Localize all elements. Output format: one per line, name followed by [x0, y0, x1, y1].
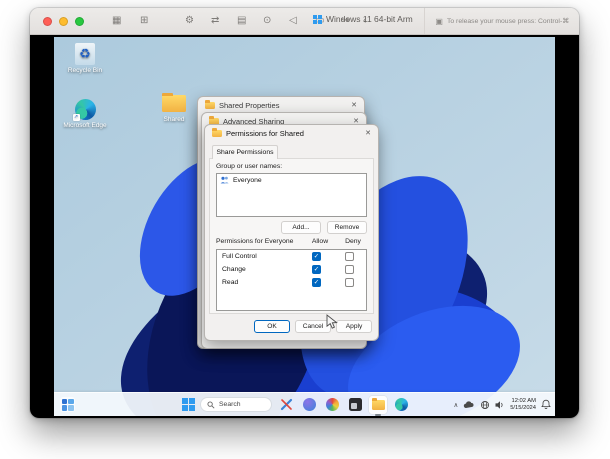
shared-folder-desktop-icon[interactable]: Shared [154, 95, 194, 124]
tab-pane: Group or user names: Everyone [209, 158, 374, 314]
perm-name: Read [222, 279, 238, 286]
blob-app-icon [303, 398, 316, 411]
network-globe-icon[interactable] [480, 400, 490, 410]
shortcut-arrow-icon: ↗ [73, 114, 80, 121]
close-traffic-button[interactable] [43, 17, 52, 26]
shared-properties-title: Shared Properties [219, 101, 279, 110]
edge-label: Microsoft Edge [61, 122, 109, 130]
permissions-dialog: Permissions for Shared ✕ Share Permissio… [204, 124, 379, 341]
vm-window: ▦ ⊞ ⚙ ⇄ ▤ ⊙ ◁ ▭ ↪ ‹ Windows 11 64-bit Ar… [30, 8, 579, 418]
ok-button[interactable]: OK [254, 320, 290, 333]
volume-icon[interactable] [495, 400, 505, 410]
file-explorer-taskbar-button[interactable] [369, 396, 387, 414]
search-input[interactable]: Search [200, 397, 272, 412]
user-name: Everyone [233, 177, 262, 184]
display-mode-icon: ▣ [435, 17, 443, 26]
wrench-icon[interactable]: ⚙ [185, 14, 194, 28]
clock-time: 12:02 AM [510, 398, 536, 405]
edge-icon [395, 398, 408, 411]
vm-title-text: Windows 11 64-bit Arm [326, 14, 413, 24]
file-explorer-icon [372, 400, 385, 410]
mac-titlebar[interactable]: ▦ ⊞ ⚙ ⇄ ▤ ⊙ ◁ ▭ ↪ ‹ Windows 11 64-bit Ar… [30, 8, 579, 35]
arrows-icon[interactable]: ⇄ [211, 14, 219, 28]
remove-button[interactable]: Remove [327, 221, 367, 234]
allow-checkbox[interactable]: ✓ [312, 265, 321, 274]
edge-icon: ↗ [75, 99, 96, 120]
pen-cross-icon [280, 398, 293, 411]
windows-desktop: ♻ Recycle Bin ↗ Microsoft Edge Shared [54, 37, 555, 416]
printer-icon[interactable]: ▤ [237, 14, 246, 28]
perm-row[interactable]: Change ✓ [217, 263, 366, 276]
user-icon[interactable]: ⊙ [263, 14, 271, 28]
perm-row[interactable]: Full Control ✓ [217, 250, 366, 263]
traffic-lights [43, 17, 84, 26]
recycle-bin-icon: ♻ [75, 43, 95, 65]
permissions-dialog-title: Permissions for Shared [226, 129, 304, 138]
folder-icon [212, 130, 222, 137]
close-icon[interactable]: ✕ [351, 101, 357, 109]
edge-desktop-icon[interactable]: ↗ Microsoft Edge [61, 99, 109, 130]
permissions-for-label: Permissions for Everyone [216, 238, 293, 245]
search-icon [207, 401, 215, 409]
recycle-bin-desktop-icon[interactable]: ♻ Recycle Bin [61, 43, 109, 75]
permissions-dialog-titlebar[interactable]: Permissions for Shared ✕ [205, 125, 378, 141]
recycle-bin-label: Recycle Bin [61, 67, 109, 75]
tray-chevron-icon[interactable]: ∧ [453, 401, 458, 409]
taskbar-app-2[interactable] [300, 396, 318, 414]
perm-name: Change [222, 266, 246, 273]
minimize-traffic-button[interactable] [59, 17, 68, 26]
folder-icon [205, 102, 215, 109]
release-hint-text: To release your mouse press: Control-⌘ [447, 17, 569, 25]
search-placeholder: Search [219, 401, 241, 408]
taskbar-app-3[interactable] [323, 396, 341, 414]
notifications-bell-icon[interactable] [541, 399, 551, 410]
group-users-icon [220, 176, 229, 184]
allow-checkbox[interactable]: ✓ [312, 278, 321, 287]
deny-column-header: Deny [339, 238, 367, 245]
deny-checkbox[interactable] [345, 278, 354, 287]
close-icon[interactable]: ✕ [365, 129, 371, 137]
shared-folder-label: Shared [154, 116, 194, 124]
start-button[interactable] [182, 398, 195, 411]
add-button[interactable]: Add... [281, 221, 321, 234]
perm-name: Full Control [222, 253, 257, 260]
allow-column-header: Allow [306, 238, 334, 245]
deny-checkbox[interactable] [345, 252, 354, 261]
taskbar-clock[interactable]: 12:02 AM 5/15/2024 [510, 398, 536, 411]
edge-taskbar-button[interactable] [392, 396, 410, 414]
deny-checkbox[interactable] [345, 265, 354, 274]
vm-screen-bezel: ♻ Recycle Bin ↗ Microsoft Edge Shared [30, 35, 579, 418]
group-user-list[interactable]: Everyone [216, 173, 367, 217]
dark-app-icon [349, 398, 362, 411]
shared-properties-titlebar[interactable]: Shared Properties ✕ [198, 97, 364, 113]
library-icon[interactable]: ▦ [112, 14, 121, 28]
taskbar-app-1[interactable] [277, 396, 295, 414]
tab-share-permissions[interactable]: Share Permissions [212, 145, 278, 159]
apply-button[interactable]: Apply [336, 320, 372, 333]
snapshots-icon[interactable]: ⊞ [140, 14, 148, 28]
screenshot-stage: ▦ ⊞ ⚙ ⇄ ▤ ⊙ ◁ ▭ ↪ ‹ Windows 11 64-bit Ar… [0, 0, 610, 459]
group-user-names-label: Group or user names: [216, 163, 282, 170]
vm-title: Windows 11 64-bit Arm [313, 14, 413, 24]
permissions-list[interactable]: Full Control ✓ Change ✓ Read [216, 249, 367, 311]
windows-logo-icon [313, 15, 322, 24]
allow-checkbox[interactable]: ✓ [312, 252, 321, 261]
zoom-traffic-button[interactable] [75, 17, 84, 26]
folder-icon [162, 95, 186, 112]
windows-taskbar: Search [54, 392, 555, 416]
pinwheel-app-icon [326, 398, 339, 411]
taskbar-app-4[interactable] [346, 396, 364, 414]
release-hint: ▣ To release your mouse press: Control-⌘ [424, 8, 569, 34]
clock-date: 5/15/2024 [510, 405, 536, 412]
widgets-button[interactable] [60, 397, 75, 412]
cloud-icon[interactable] [463, 401, 475, 409]
mouse-cursor [326, 314, 338, 330]
perm-row[interactable]: Read ✓ [217, 276, 366, 289]
sound-icon[interactable]: ◁ [289, 14, 297, 28]
list-item-everyone[interactable]: Everyone [217, 174, 366, 186]
